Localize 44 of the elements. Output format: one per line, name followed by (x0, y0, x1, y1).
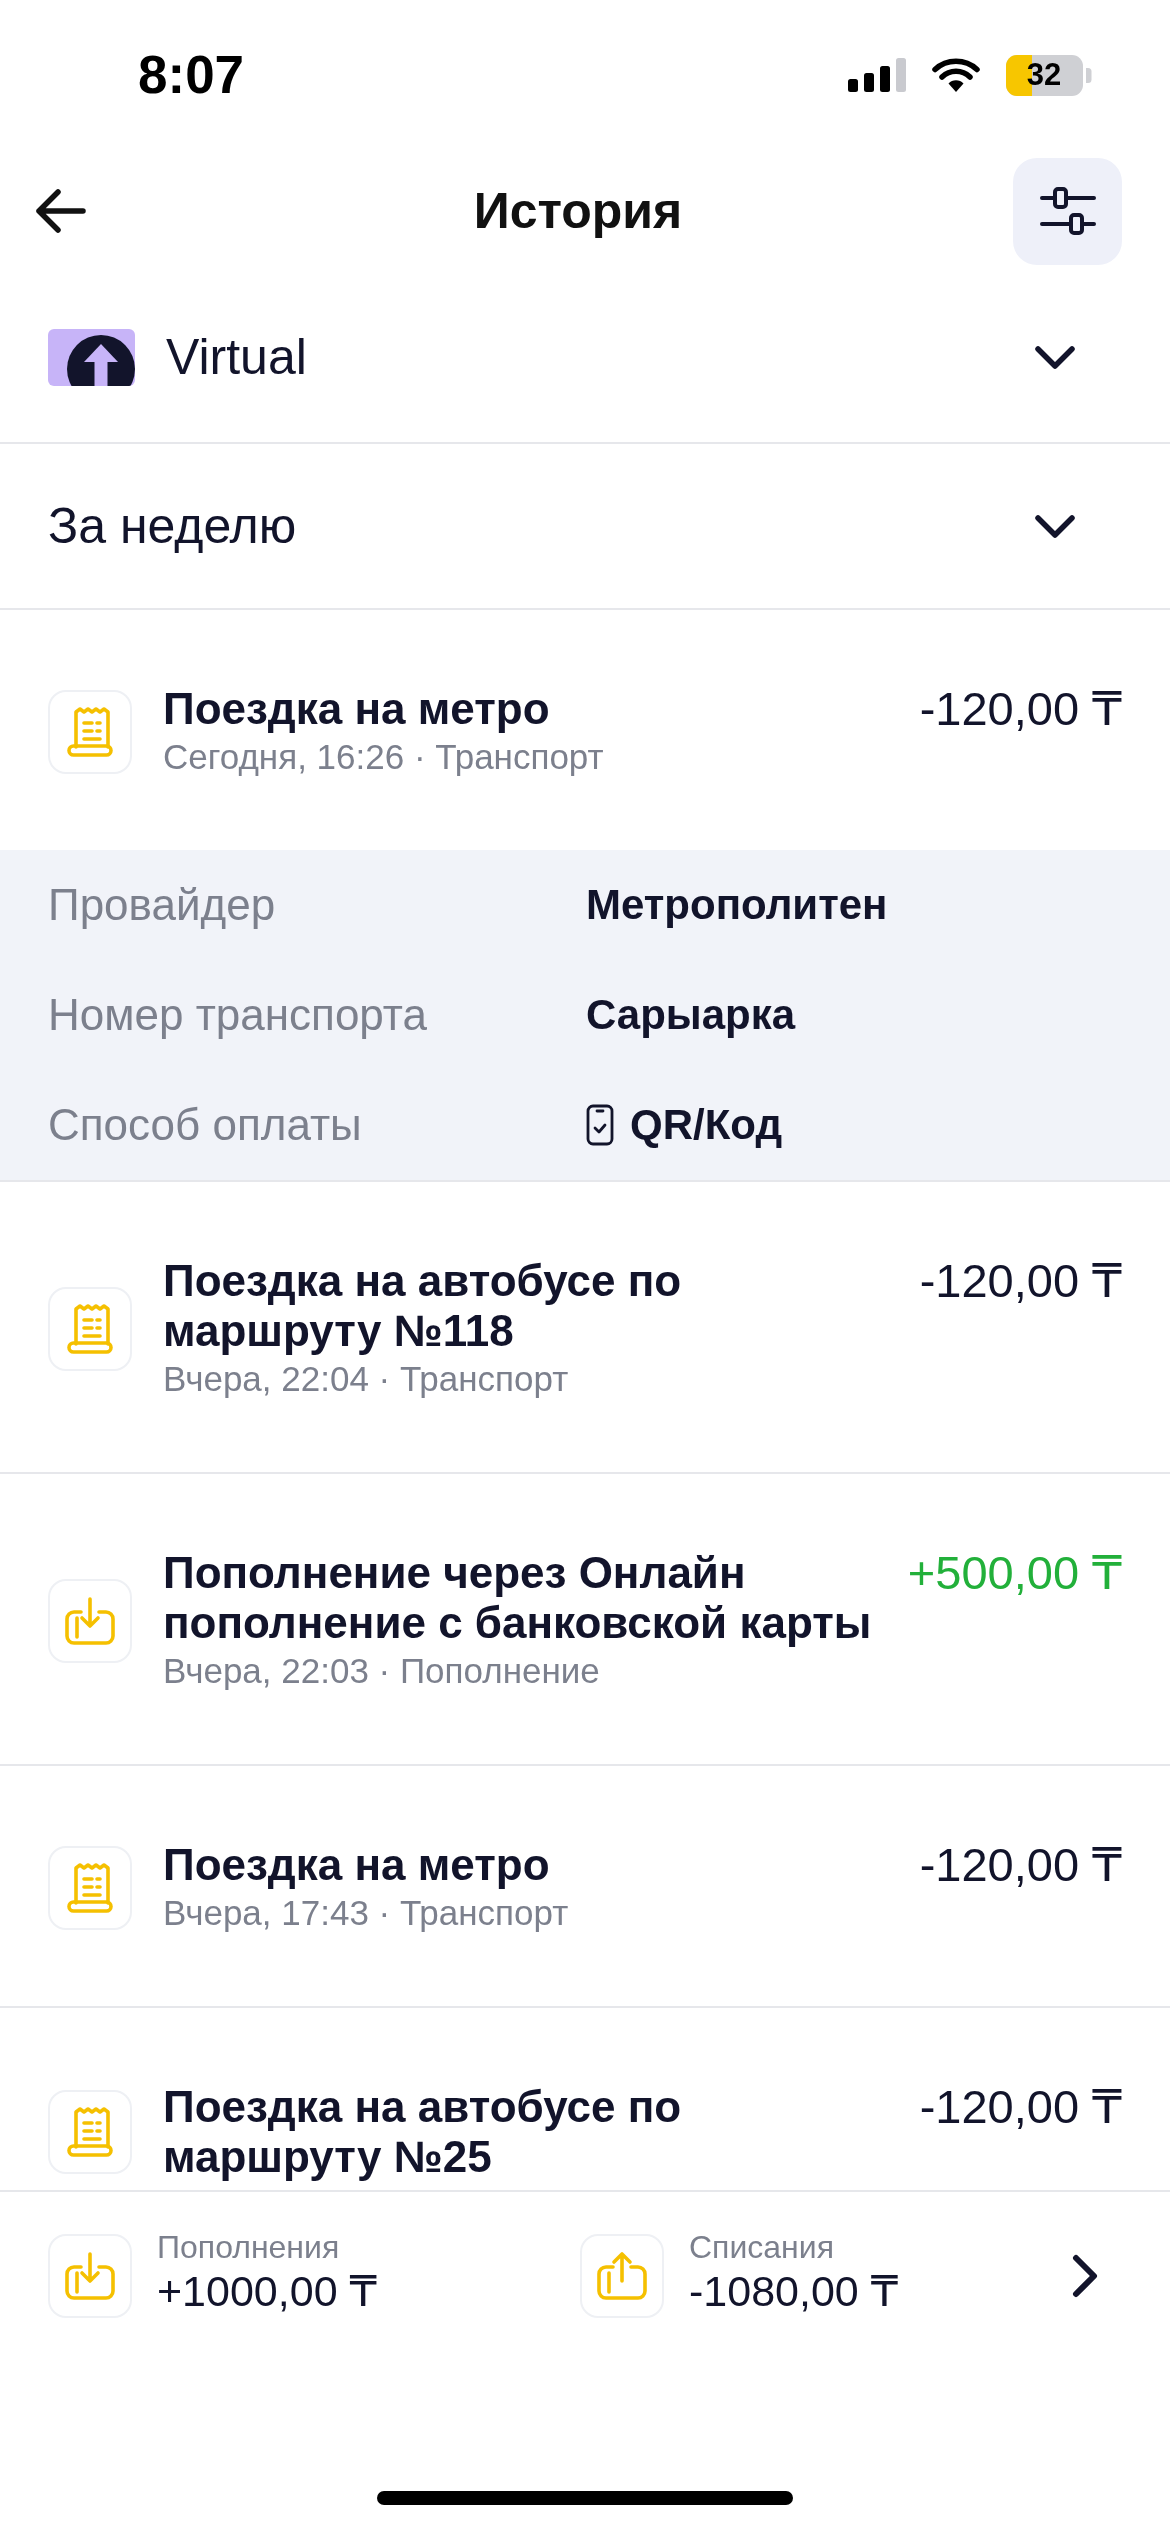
transaction-meta: Сегодня, 16:26 · Транспорт (163, 736, 605, 778)
transaction-amount: -120,00 ₸ (919, 1840, 1122, 1890)
summary-label: Пополнения (157, 2229, 341, 2265)
transaction-amount: +500,00 ₸ (907, 1548, 1122, 1598)
transaction-meta: Вчера, 22:04 · Транспорт (163, 1358, 570, 1400)
transaction-title: Пополнение через Онлайн пополнение с банковской карты (163, 1548, 873, 1648)
detail-label: Номер транспорта (48, 989, 428, 1041)
detail-value: Метрополитен (586, 880, 889, 930)
filter-sliders-icon (1039, 184, 1096, 238)
receipt-icon (48, 1287, 132, 1371)
summary-label: Списания (689, 2229, 835, 2265)
signal-icon (848, 58, 906, 92)
detail-value: QR/Код (630, 1100, 783, 1150)
transaction-meta: Вчера, 22:03 · Пополнение (163, 1650, 601, 1692)
transaction-title: Поездка на метро (163, 684, 551, 734)
transaction-meta: Вчера, 17:43 · Транспорт (163, 1892, 570, 1934)
phone-check-icon (586, 1104, 614, 1146)
upload-tray-icon (580, 2234, 664, 2318)
transaction-title: Поездка на автобусе по маршруту №118 (163, 1256, 683, 1356)
receipt-icon (48, 1846, 132, 1930)
back-arrow-icon (34, 188, 86, 234)
filter-button[interactable] (1013, 157, 1122, 265)
detail-label: Способ оплаты (48, 1099, 363, 1151)
chevron-right-button[interactable] (1072, 2254, 1099, 2298)
wifi-icon (932, 57, 980, 93)
back-button[interactable] (34, 188, 86, 234)
receipt-icon (48, 2090, 132, 2174)
transaction-title: Поездка на автобусе по маршруту №25 (163, 2082, 683, 2182)
transaction-title: Поездка на метро (163, 1840, 551, 1890)
account-logo-icon (48, 328, 135, 386)
download-tray-icon (48, 2234, 132, 2318)
detail-label: Провайдер (48, 879, 277, 931)
receipt-icon (48, 690, 132, 774)
transaction-amount: -120,00 ₸ (919, 684, 1122, 734)
status-time: 8:07 (138, 44, 245, 106)
detail-value: Сарыарка (586, 990, 797, 1040)
transaction-amount: -120,00 ₸ (919, 2082, 1122, 2132)
download-tray-icon (48, 1579, 132, 1663)
chevron-down-icon (1035, 345, 1075, 369)
transaction-amount: -120,00 ₸ (919, 1256, 1122, 1306)
screen-title: История (473, 182, 683, 241)
summary-value: +1000,00 ₸ (157, 2266, 377, 2317)
chevron-down-icon (1035, 514, 1075, 538)
summary-value: -1080,00 ₸ (689, 2266, 899, 2317)
